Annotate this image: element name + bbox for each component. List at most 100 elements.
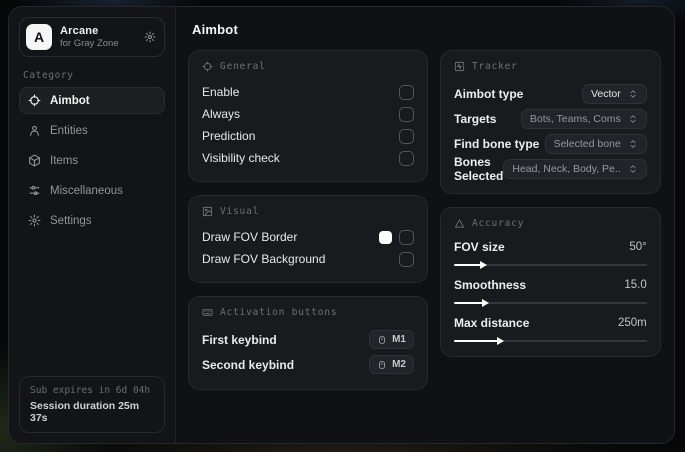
targets-select[interactable]: Bots, Teams, Coms [520, 108, 647, 129]
sidebar-item-items[interactable]: Items [19, 147, 165, 174]
gear-icon[interactable] [144, 31, 156, 43]
setting-row: Draw FOV Border [202, 226, 414, 248]
slider-value: 15.0 [624, 279, 647, 291]
card-activation-buttons: Activation buttons First keybind M1 Seco… [188, 296, 428, 390]
chevrons-up-down-icon [628, 89, 638, 99]
aimbot-type-select[interactable]: Vector [581, 83, 647, 104]
sidebar-nav: Aimbot Entities Items Miscellaneous Sett… [19, 87, 165, 234]
find-bone-type-select[interactable]: Selected bone [544, 133, 647, 154]
slider-value: 250m [617, 317, 647, 329]
sidebar-item-label: Items [50, 154, 79, 167]
second-keybind-button[interactable]: M2 [369, 355, 414, 374]
setting-row: Second keybind M2 [202, 352, 414, 377]
prediction-checkbox[interactable] [399, 128, 414, 144]
sidebar-item-aimbot[interactable]: Aimbot [19, 87, 165, 114]
sub-expiry-text: Sub expires in 6d 04h [30, 385, 151, 396]
sidebar-item-label: Settings [50, 214, 92, 227]
draw-fov-background-checkbox[interactable] [399, 251, 414, 267]
setting-label: Always [202, 107, 241, 121]
setting-row: Visibility check [202, 147, 414, 169]
visibility-check-checkbox[interactable] [399, 150, 414, 166]
select-value: Selected bone [553, 137, 621, 150]
always-checkbox[interactable] [399, 106, 414, 122]
setting-label: First keybind [202, 332, 277, 347]
sliders-icon [28, 184, 41, 197]
setting-label: Second keybind [202, 357, 295, 372]
setting-row: Enable [202, 81, 414, 103]
fov-size-slider[interactable] [454, 261, 647, 269]
setting-row: Aimbot type Vector [454, 81, 647, 106]
page-title: Aimbot [192, 22, 238, 37]
first-keybind-button[interactable]: M1 [369, 330, 414, 349]
setting-label: Enable [202, 85, 240, 99]
sidebar-item-label: Aimbot [50, 94, 90, 107]
setting-label: FOV size [454, 240, 505, 254]
card-visual: Visual Draw FOV Border Draw FOV Backgrou… [188, 195, 428, 283]
setting-label: Max distance [454, 316, 530, 330]
setting-label: Smoothness [454, 278, 527, 292]
image-icon [202, 206, 213, 217]
left-column: General Enable Always Prediction Visibil… [188, 50, 428, 390]
sidebar-item-entities[interactable]: Entities [19, 117, 165, 144]
session-duration-text: Session duration 25m 37s [30, 400, 140, 424]
setting-row: Prediction [202, 125, 414, 147]
brand-subtitle: for Gray Zone [60, 38, 119, 49]
smoothness-slider[interactable] [454, 299, 647, 307]
sidebar-item-settings[interactable]: Settings [19, 207, 165, 234]
fov-border-controls [379, 229, 414, 245]
entities-icon [28, 124, 41, 137]
brand-name: Arcane [60, 25, 99, 37]
slider-thumb[interactable] [481, 299, 489, 307]
slider-thumb[interactable] [497, 337, 505, 345]
select-value: Vector [590, 87, 621, 100]
content-columns: General Enable Always Prediction Visibil… [188, 50, 661, 390]
mouse-icon [377, 360, 387, 370]
chevrons-up-down-icon [628, 139, 638, 149]
card-general-header: General [202, 61, 414, 72]
setting-row: First keybind M1 [202, 327, 414, 352]
keybind-value: M2 [392, 359, 406, 370]
slider-row: FOV size 50° [454, 238, 647, 269]
card-accuracy: Accuracy FOV size 50° Smoothness 15.0 Ma… [440, 207, 661, 357]
mouse-icon [377, 335, 387, 345]
card-activation-header: Activation buttons [202, 307, 414, 318]
app-window: A Arcane for Gray Zone Category Aimbot E… [8, 6, 675, 444]
slider-row: Smoothness 15.0 [454, 276, 647, 307]
chevrons-up-down-icon [628, 114, 638, 124]
keyboard-icon [202, 307, 213, 318]
max-distance-slider[interactable] [454, 337, 647, 345]
right-column: Tracker Aimbot type Vector Targets Bots,… [440, 50, 661, 357]
accuracy-icon [454, 218, 465, 229]
card-tracker: Tracker Aimbot type Vector Targets Bots,… [440, 50, 661, 194]
main-content: Aimbot General Enable Always Prediction … [176, 7, 674, 443]
setting-row: Find bone type Selected bone [454, 131, 647, 156]
gear-icon [28, 214, 41, 227]
sidebar-item-miscellaneous[interactable]: Miscellaneous [19, 177, 165, 204]
brand-text: Arcane for Gray Zone [60, 25, 119, 49]
slider-row: Max distance 250m [454, 314, 647, 345]
slider-thumb[interactable] [479, 261, 487, 269]
card-title: Visual [220, 206, 260, 217]
brand-card: A Arcane for Gray Zone [19, 17, 165, 57]
setting-row: Draw FOV Background [202, 248, 414, 270]
draw-fov-border-checkbox[interactable] [399, 229, 414, 245]
card-title: General [220, 61, 266, 72]
setting-label: Aimbot type [454, 86, 524, 101]
setting-label: Bones Selected [454, 154, 504, 183]
brand-initial: A [33, 29, 45, 45]
subscription-info: Sub expires in 6d 04h Session duration 2… [19, 376, 165, 433]
sidebar-item-label: Miscellaneous [50, 184, 123, 197]
setting-row: Targets Bots, Teams, Coms [454, 106, 647, 131]
slider-value: 50° [629, 241, 647, 253]
crosshair-icon [28, 94, 41, 107]
select-value: Bots, Teams, Coms [529, 112, 621, 125]
enable-checkbox[interactable] [399, 84, 414, 100]
bones-selected-select[interactable]: Head, Neck, Body, Pe.. [503, 158, 647, 179]
card-visual-header: Visual [202, 206, 414, 217]
crosshair-icon [202, 61, 213, 72]
sidebar: A Arcane for Gray Zone Category Aimbot E… [9, 7, 176, 443]
keybind-value: M1 [392, 334, 406, 345]
fov-border-color-swatch[interactable] [379, 230, 392, 244]
package-icon [28, 154, 41, 167]
setting-label: Find bone type [454, 136, 540, 151]
